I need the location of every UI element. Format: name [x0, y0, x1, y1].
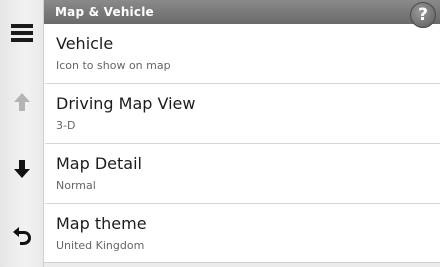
page-title: Map & Vehicle: [55, 5, 154, 19]
menu-button[interactable]: [0, 13, 44, 53]
page-title-bar: Map & Vehicle: [44, 0, 440, 24]
setting-value: Normal: [56, 179, 96, 192]
setting-row-map-theme[interactable]: Map theme United Kingdom: [45, 204, 440, 264]
setting-title: Map theme: [56, 214, 147, 233]
setting-row-vehicle[interactable]: Vehicle Icon to show on map: [45, 24, 440, 84]
back-icon: [13, 227, 31, 245]
setting-title: Vehicle: [56, 34, 114, 53]
help-icon: ?: [418, 5, 428, 25]
back-button[interactable]: [0, 215, 44, 255]
arrow-down-icon: [14, 160, 30, 178]
sidebar: [0, 0, 44, 267]
setting-value: Icon to show on map: [56, 59, 171, 72]
setting-title: Map Detail: [56, 154, 142, 173]
scroll-up-button[interactable]: [0, 82, 44, 122]
menu-icon: [11, 24, 33, 42]
bottom-bar: [44, 262, 440, 267]
setting-title: Driving Map View: [56, 94, 196, 113]
setting-row-map-detail[interactable]: Map Detail Normal: [45, 144, 440, 204]
arrow-up-icon: [14, 93, 30, 111]
setting-row-driving-map-view[interactable]: Driving Map View 3-D: [45, 84, 440, 144]
setting-value: 3-D: [56, 119, 76, 132]
settings-list: Vehicle Icon to show on map Driving Map …: [45, 24, 440, 264]
setting-value: United Kingdom: [56, 239, 145, 252]
scroll-down-button[interactable]: [0, 149, 44, 189]
